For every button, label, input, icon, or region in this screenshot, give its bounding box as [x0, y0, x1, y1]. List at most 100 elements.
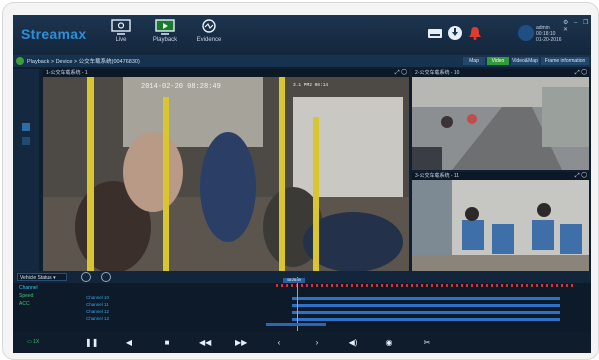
record-marker — [541, 284, 543, 287]
pane-title-bar: 3-公交车载系统 - 11 — [412, 172, 589, 180]
record-marker — [501, 284, 503, 287]
record-marker — [336, 284, 338, 287]
pause-icon[interactable]: ❚❚ — [85, 337, 98, 349]
record-marker — [441, 284, 443, 287]
pane-title: 1-公交车载系统 - 1 — [46, 70, 88, 76]
record-marker — [481, 284, 483, 287]
record-marker — [551, 284, 553, 287]
layout-split-icon[interactable] — [22, 137, 30, 145]
record-marker — [276, 284, 278, 287]
record-marker — [466, 284, 468, 287]
rewind-icon[interactable]: ◀◀ — [199, 337, 211, 349]
monitor-icon — [111, 19, 131, 35]
record-marker — [351, 284, 353, 287]
user-avatar[interactable] — [518, 25, 534, 41]
vehicle-status-select[interactable]: Vehicle Status ▾ — [17, 273, 67, 281]
previous-icon[interactable]: ‹ — [273, 337, 285, 349]
pane-zoom-icon[interactable]: ⤢ ◯ — [575, 173, 587, 179]
timeline-scrollbar[interactable] — [266, 323, 326, 326]
playhead-time: 08:28:49 — [283, 278, 305, 283]
video-pane-3[interactable]: 3-公交车载系统 - 11 ⤢ ◯ — [412, 172, 589, 273]
osd-timestamp: 2014-02-20 08:28:49 — [141, 83, 221, 91]
pane-title: 3-公交车载系统 - 11 — [415, 173, 460, 179]
osd-info: 3.1 PM2 08:14 — [293, 83, 329, 88]
pane-zoom-icon[interactable]: ⤢ ◯ — [395, 70, 407, 76]
storage-icon[interactable] — [427, 25, 443, 41]
record-marker — [331, 284, 333, 287]
timeline-panel: Vehicle Status ▾ Channel Speed ACC Chann… — [13, 271, 591, 332]
playback-controls: ▭ 1X ❚❚ ◀ ■ ◀◀ ▶▶ ‹ › ◀) ◉ ✂ — [13, 332, 591, 353]
record-marker — [461, 284, 463, 287]
record-marker — [491, 284, 493, 287]
app-window: Streamax Live Playback Evidence admin 00… — [13, 15, 591, 353]
step-back-icon[interactable]: ◀ — [123, 337, 135, 349]
channel-track[interactable] — [292, 304, 560, 307]
record-marker — [486, 284, 488, 287]
channel-track[interactable] — [292, 297, 560, 300]
record-marker — [356, 284, 358, 287]
channel-track[interactable] — [292, 311, 560, 314]
user-date: 01-20-2016 — [536, 37, 562, 43]
record-marker — [346, 284, 348, 287]
record-marker — [476, 284, 478, 287]
tab-map[interactable]: Map — [463, 57, 485, 65]
next-icon[interactable]: › — [311, 337, 323, 349]
stop-icon[interactable]: ■ — [161, 337, 173, 349]
volume-icon[interactable]: ◀) — [347, 337, 359, 349]
zoom-out-icon[interactable] — [101, 272, 111, 282]
pane-zoom-icon[interactable]: ⤢ ◯ — [575, 70, 587, 76]
record-marker — [286, 284, 288, 287]
status-item-acc[interactable]: ACC — [19, 301, 30, 307]
record-marker — [536, 284, 538, 287]
channel-label: Channel 10 — [86, 295, 110, 300]
pane-title-bar: 1-公交车载系统 - 1 — [43, 69, 409, 77]
video-pane-2[interactable]: 2-公交车载系统 - 10 ⤢ ◯ — [412, 69, 589, 170]
record-marker — [341, 284, 343, 287]
status-item-channel[interactable]: Channel — [19, 285, 38, 291]
user-info: admin 00:18:10 01-20-2016 — [536, 25, 562, 43]
video-pane-main[interactable]: 1-公交车载系统 - 1 ⤢ ◯ 2014-02-20 08:28:49 3.1… — [43, 69, 409, 273]
top-bar: Streamax Live Playback Evidence admin 00… — [13, 15, 591, 55]
record-marker — [431, 284, 433, 287]
record-marker — [556, 284, 558, 287]
vehicle-status-label: Vehicle Status — [20, 275, 52, 281]
pane-title-bar: 2-公交车载系统 - 10 — [412, 69, 589, 77]
record-marker — [471, 284, 473, 287]
tab-video[interactable]: Video — [487, 57, 509, 65]
back-icon[interactable] — [16, 57, 24, 65]
left-toolbar — [13, 69, 39, 273]
alarm-bell-icon[interactable] — [467, 25, 483, 41]
nav-playback[interactable]: Playback — [142, 17, 188, 53]
record-marker — [321, 284, 323, 287]
breadcrumb: Playback > Device > 公交车载系统(00476830) — [27, 59, 140, 65]
tab-video-map[interactable]: Video&Map — [511, 57, 539, 65]
channel-label: Channel 11 — [86, 302, 109, 307]
screenshot-frame: Streamax Live Playback Evidence admin 00… — [2, 2, 599, 360]
zoom-in-icon[interactable] — [81, 272, 91, 282]
fast-forward-icon[interactable]: ▶▶ — [235, 337, 247, 349]
record-marker — [411, 284, 413, 287]
record-marker — [316, 284, 318, 287]
record-marker — [571, 284, 573, 287]
pane-title: 2-公交车载系统 - 10 — [415, 70, 460, 76]
record-marker — [281, 284, 283, 287]
snapshot-icon[interactable]: ◉ — [383, 337, 395, 349]
record-marker — [291, 284, 293, 287]
record-marker — [531, 284, 533, 287]
nav-live[interactable]: Live — [98, 17, 144, 53]
tab-frame-information[interactable]: Frame information — [541, 57, 589, 65]
speed-indicator[interactable]: ▭ 1X — [27, 339, 39, 345]
record-marker — [361, 284, 363, 287]
window-controls[interactable]: ⚙ – ❐ ✕ — [563, 19, 591, 33]
bus-seats-image — [412, 180, 589, 273]
record-marker — [451, 284, 453, 287]
nav-playback-label: Playback — [152, 37, 178, 43]
record-marker — [391, 284, 393, 287]
layout-grid-icon[interactable] — [22, 123, 30, 131]
nav-evidence[interactable]: Evidence — [186, 17, 232, 53]
channel-track[interactable] — [292, 318, 560, 321]
clip-icon[interactable]: ✂ — [421, 337, 433, 349]
playback-icon — [155, 19, 175, 35]
download-icon[interactable] — [447, 25, 463, 41]
status-item-speed[interactable]: Speed — [19, 293, 33, 299]
